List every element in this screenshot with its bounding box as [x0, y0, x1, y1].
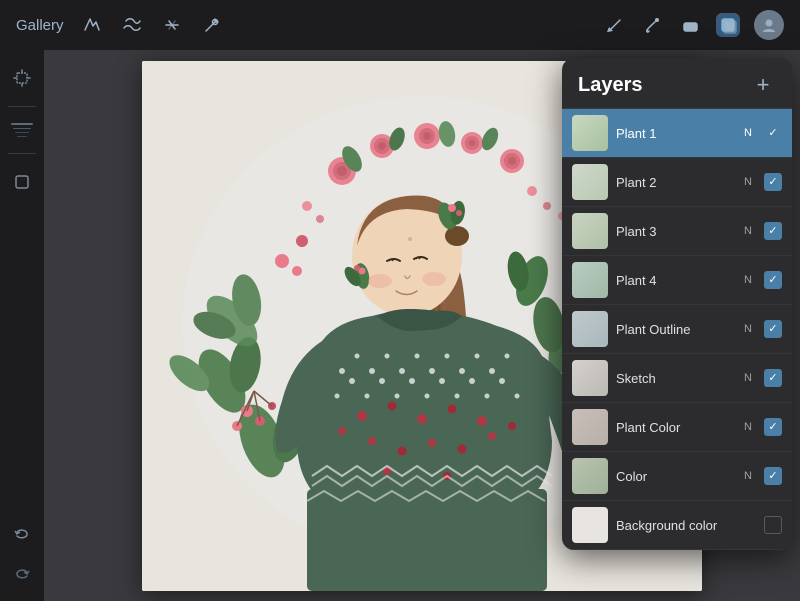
layer-row[interactable]: Color N [562, 452, 792, 501]
layer-visibility-toggle[interactable] [764, 418, 782, 436]
brush-flow-indicator [15, 132, 29, 133]
layer-name: Plant Color [616, 420, 736, 435]
layer-name: Plant 1 [616, 126, 736, 141]
layer-visibility-toggle[interactable] [764, 516, 782, 534]
layer-row[interactable]: Plant 1 N [562, 109, 792, 158]
layers-title: Layers [578, 74, 643, 97]
wand-tool-icon[interactable] [200, 13, 224, 37]
sidebar-divider-1 [8, 106, 36, 107]
layer-name: Plant 2 [616, 175, 736, 190]
gallery-button[interactable]: Gallery [16, 17, 64, 34]
layer-thumbnail [572, 458, 608, 494]
layer-blend-mode[interactable]: N [744, 372, 752, 384]
pencil-tool-icon[interactable] [602, 13, 626, 37]
layers-panel: Layers + Plant 1NPlant 2NPlant 3NPlant 4… [562, 58, 792, 550]
layer-blend-mode[interactable]: N [744, 470, 752, 482]
layers-tool-icon[interactable] [716, 13, 740, 37]
undo-tool[interactable] [6, 517, 38, 549]
brush-hardness-indicator [17, 136, 27, 137]
toolbar-left: Gallery [16, 13, 224, 37]
left-sidebar [0, 50, 44, 601]
layer-visibility-toggle[interactable] [764, 320, 782, 338]
layer-row[interactable]: Plant 3 N [562, 207, 792, 256]
user-avatar[interactable] [754, 10, 784, 40]
layer-row[interactable]: Plant Outline N [562, 305, 792, 354]
smudge-tool-icon[interactable] [160, 13, 184, 37]
layer-visibility-toggle[interactable] [764, 271, 782, 289]
layer-visibility-toggle[interactable] [764, 369, 782, 387]
layer-row[interactable]: Plant Color N [562, 403, 792, 452]
layer-blend-mode[interactable]: N [744, 274, 752, 286]
brush-settings-panel [11, 119, 33, 141]
toolbar-right [602, 10, 784, 40]
brush-tool-icon[interactable] [640, 13, 664, 37]
layer-row[interactable]: Plant 4 N [562, 256, 792, 305]
brush-size-indicator [11, 123, 33, 125]
layers-header: Layers + [562, 58, 792, 109]
layer-name: Plant 3 [616, 224, 736, 239]
layer-name: Sketch [616, 371, 736, 386]
layer-thumbnail [572, 262, 608, 298]
layer-thumbnail [572, 409, 608, 445]
adjust-tool-icon[interactable] [120, 13, 144, 37]
modify-tool-icon[interactable] [80, 13, 104, 37]
brush-opacity-indicator [13, 128, 31, 129]
layer-row[interactable]: Background color [562, 501, 792, 550]
add-layer-button[interactable]: + [750, 72, 776, 98]
layer-name: Color [616, 469, 736, 484]
layer-name: Plant 4 [616, 273, 736, 288]
layer-thumbnail [572, 115, 608, 151]
layer-thumbnail [572, 360, 608, 396]
layer-visibility-toggle[interactable] [764, 467, 782, 485]
toolbar: Gallery [0, 0, 800, 50]
layer-row[interactable]: Sketch N [562, 354, 792, 403]
layers-list: Plant 1NPlant 2NPlant 3NPlant 4NPlant Ou… [562, 109, 792, 550]
layer-visibility-toggle[interactable] [764, 124, 782, 142]
layer-thumbnail [572, 507, 608, 543]
layer-thumbnail [572, 213, 608, 249]
layer-blend-mode[interactable]: N [744, 176, 752, 188]
layer-visibility-toggle[interactable] [764, 222, 782, 240]
sidebar-divider-2 [8, 153, 36, 154]
layer-name: Plant Outline [616, 322, 736, 337]
layer-row[interactable]: Plant 2 N [562, 158, 792, 207]
layer-blend-mode[interactable]: N [744, 127, 752, 139]
layer-name: Background color [616, 518, 744, 533]
layer-visibility-toggle[interactable] [764, 173, 782, 191]
layer-blend-mode[interactable]: N [744, 421, 752, 433]
select-shape-tool[interactable] [6, 166, 38, 198]
layer-thumbnail [572, 311, 608, 347]
transform-tool[interactable] [6, 62, 38, 94]
layer-blend-mode[interactable]: N [744, 323, 752, 335]
layer-blend-mode[interactable]: N [744, 225, 752, 237]
layer-thumbnail [572, 164, 608, 200]
eraser-tool-icon[interactable] [678, 13, 702, 37]
redo-tool[interactable] [6, 557, 38, 589]
